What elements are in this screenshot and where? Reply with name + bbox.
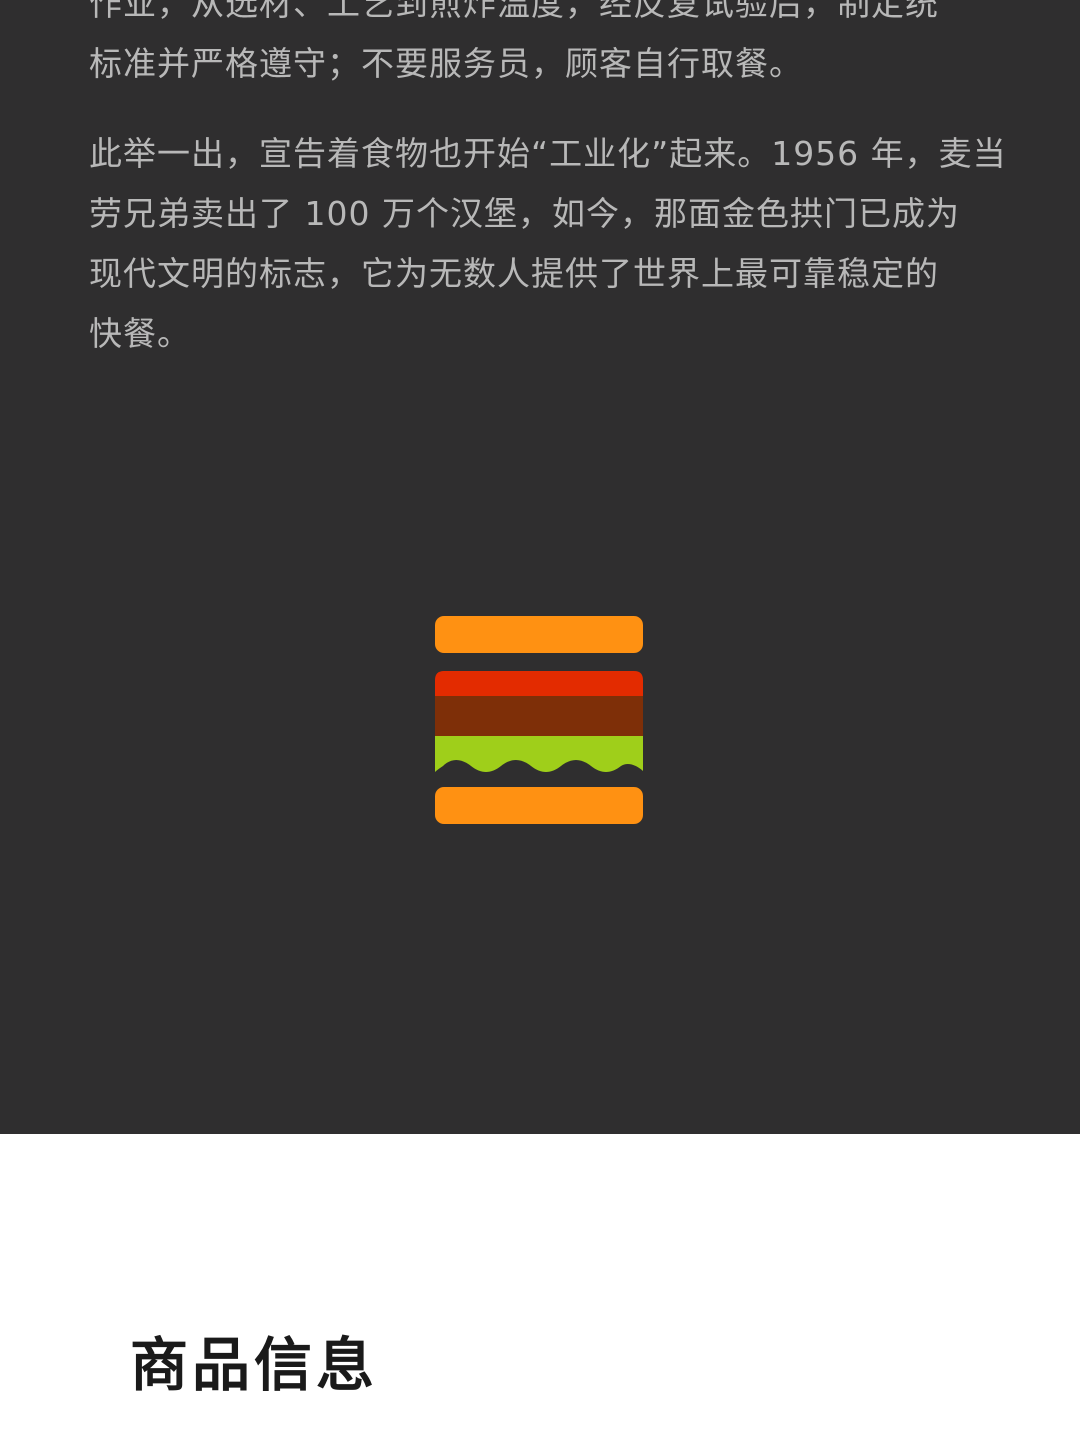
burger-top-bun — [435, 616, 643, 653]
paragraph-2-line-2: 劳兄弟卖出了 100 万个汉堡，如今，那面金色拱门已成为 — [89, 194, 960, 233]
section-title: 商品信息 — [130, 1331, 379, 1399]
paragraph-2-line-3: 现代文明的标志，它为无数人提供了世界上最可靠稳定的 — [89, 254, 939, 293]
article-paragraph-1: 作业，从选材、工艺到煎炸温度，经反复试验后，制定统 标准并严格遵守；不要服务员，… — [89, 0, 994, 94]
article-paragraph-2: 此举一出，宣告着食物也开始“工业化”起来。1956 年，麦当 劳兄弟卖出了 10… — [89, 124, 1007, 364]
burger-tomato — [435, 671, 643, 696]
burger-lettuce — [435, 736, 643, 772]
article-dark-section: 作业，从选材、工艺到煎炸温度，经反复试验后，制定统 标准并严格遵守；不要服务员，… — [0, 0, 1080, 1134]
product-info-section: 商品信息 — [0, 1134, 1080, 1440]
paragraph-2-line-1: 此举一出，宣告着食物也开始“工业化”起来。1956 年，麦当 — [89, 134, 1007, 173]
hamburger-icon — [435, 616, 643, 824]
paragraph-2-line-4: 快餐。 — [89, 314, 191, 353]
burger-patty — [435, 696, 643, 736]
paragraph-1-line-2: 标准并严格遵守；不要服务员，顾客自行取餐。 — [89, 44, 803, 83]
burger-bottom-bun — [435, 787, 643, 824]
paragraph-1-line-1: 作业，从选材、工艺到煎炸温度，经反复试验后，制定统 — [89, 0, 939, 23]
